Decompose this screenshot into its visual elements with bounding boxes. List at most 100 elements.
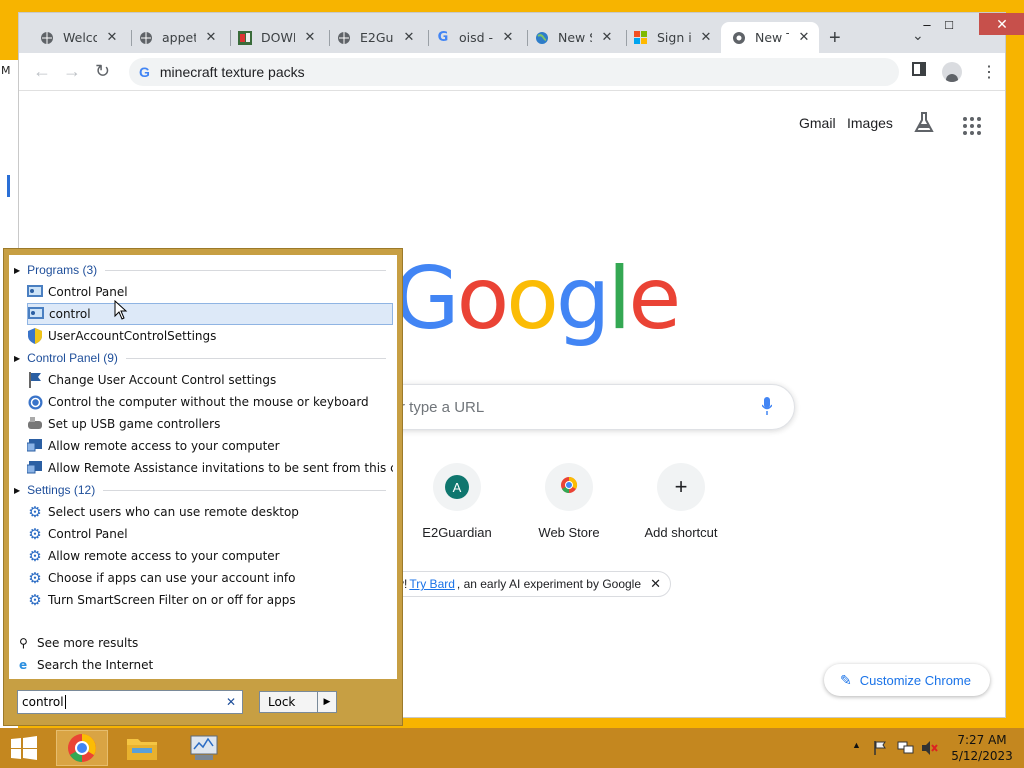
lock-button[interactable]: Lock ▶ bbox=[259, 691, 337, 713]
search-placeholder: r type a URL bbox=[400, 398, 485, 416]
reload-icon[interactable]: ↻ bbox=[95, 61, 110, 82]
network-icon[interactable] bbox=[897, 740, 915, 759]
tab-appetite[interactable]: appetite ✕ bbox=[134, 22, 231, 53]
tab-close-icon[interactable]: ✕ bbox=[600, 30, 614, 45]
result-label: control bbox=[49, 307, 91, 321]
action-center-flag-icon[interactable] bbox=[873, 740, 889, 759]
chrome-icon bbox=[68, 734, 96, 762]
tab-new-site[interactable]: New Site ✕ bbox=[530, 22, 627, 53]
volume-muted-icon[interactable] bbox=[921, 740, 939, 759]
result-setting-remote-desktop[interactable]: ⚙ Select users who can use remote desktop bbox=[27, 501, 393, 523]
gmail-link[interactable]: Gmail bbox=[799, 115, 836, 131]
apps-grid-icon[interactable] bbox=[963, 117, 981, 135]
result-setting-account-info[interactable]: ⚙ Choose if apps can use your account inf… bbox=[27, 567, 393, 589]
profile-avatar[interactable] bbox=[942, 62, 962, 82]
shortcut-add[interactable]: + Add shortcut bbox=[626, 463, 736, 540]
customize-label: Customize Chrome bbox=[859, 672, 971, 688]
result-label: UserAccountControlSettings bbox=[48, 329, 217, 343]
close-window-icon[interactable]: ✕ bbox=[979, 13, 1024, 35]
tab-close-icon[interactable]: ✕ bbox=[797, 30, 811, 45]
back-arrow-icon[interactable]: ← bbox=[33, 61, 51, 82]
result-ease-of-access[interactable]: Control the computer without the mouse o… bbox=[27, 391, 393, 413]
result-change-uac[interactable]: Change User Account Control settings bbox=[27, 369, 393, 391]
tab-title: New Site bbox=[558, 30, 592, 45]
shortcut-web-store[interactable]: Web Store bbox=[514, 463, 624, 540]
start-search-input[interactable]: control ✕ bbox=[17, 690, 243, 714]
labs-flask-icon[interactable] bbox=[914, 111, 934, 136]
result-control-panel[interactable]: Control Panel bbox=[27, 281, 393, 303]
try-bard-link[interactable]: Try Bard bbox=[409, 577, 455, 591]
tab-new-tab-active[interactable]: New Tab ✕ bbox=[721, 22, 819, 53]
power-options-arrow-icon[interactable]: ▶ bbox=[318, 692, 336, 712]
section-title: Control Panel (9) bbox=[27, 351, 118, 365]
section-settings[interactable]: ▶ Settings (12) bbox=[14, 480, 386, 500]
web-store-icon bbox=[559, 475, 579, 500]
customize-chrome-button[interactable]: ✎ Customize Chrome bbox=[824, 664, 990, 696]
internet-explorer-icon: e bbox=[19, 658, 28, 672]
forward-arrow-icon[interactable]: → bbox=[63, 61, 81, 82]
remote-monitor-icon bbox=[27, 460, 43, 476]
search-the-internet[interactable]: e Search the Internet bbox=[19, 654, 153, 676]
remote-monitor-icon bbox=[27, 438, 43, 454]
result-control-selected[interactable]: control bbox=[27, 303, 393, 325]
google-logo: Google bbox=[393, 249, 681, 349]
omnibox[interactable]: G minecraft texture packs bbox=[129, 58, 899, 86]
clear-search-icon[interactable]: ✕ bbox=[226, 695, 236, 709]
tab-close-icon[interactable]: ✕ bbox=[105, 30, 119, 45]
magnifier-icon: ⚲ bbox=[19, 636, 28, 650]
close-icon[interactable]: ✕ bbox=[650, 576, 661, 592]
search-box[interactable]: r type a URL bbox=[359, 384, 795, 430]
tab-close-icon[interactable]: ✕ bbox=[501, 30, 515, 45]
tab-close-icon[interactable]: ✕ bbox=[204, 30, 218, 45]
tab-e2guardian[interactable]: E2Guardian ✕ bbox=[332, 22, 429, 53]
result-setting-remote-access[interactable]: ⚙ Allow remote access to your computer bbox=[27, 545, 393, 567]
system-clock[interactable]: 7:27 AM 5/12/2023 bbox=[950, 732, 1014, 764]
start-button[interactable] bbox=[0, 730, 48, 766]
maximize-icon[interactable]: □ bbox=[941, 13, 957, 35]
divider bbox=[105, 269, 386, 271]
taskbar-chrome[interactable] bbox=[56, 730, 108, 766]
google-icon: G bbox=[437, 30, 449, 45]
tab-close-icon[interactable]: ✕ bbox=[699, 30, 713, 45]
result-remote-assistance[interactable]: Allow Remote Assistance invitations to b… bbox=[27, 457, 393, 479]
menu-kebab-icon[interactable]: ⋮ bbox=[981, 62, 997, 82]
images-link[interactable]: Images bbox=[847, 115, 893, 131]
side-panel-icon[interactable] bbox=[912, 62, 926, 81]
minimize-icon[interactable]: – bbox=[919, 13, 935, 35]
see-more-results[interactable]: ⚲ See more results bbox=[19, 632, 138, 654]
result-label: Choose if apps can use your account info bbox=[48, 571, 296, 585]
result-label: Allow remote access to your computer bbox=[48, 439, 280, 453]
result-usb-controllers[interactable]: Set up USB game controllers bbox=[27, 413, 393, 435]
show-hidden-icons-chevron-icon[interactable]: ▲ bbox=[852, 740, 861, 750]
taskbar-system-monitor[interactable] bbox=[178, 730, 230, 766]
result-setting-smartscreen[interactable]: ⚙ Turn SmartScreen Filter on or off for a… bbox=[27, 589, 393, 611]
tab-title: E2Guardian bbox=[360, 30, 394, 45]
shortcut-e2guardian[interactable]: A E2Guardian bbox=[402, 463, 512, 540]
tab-download[interactable]: DOWNLOAD ✕ bbox=[233, 22, 330, 53]
result-setting-control-panel[interactable]: ⚙ Control Panel bbox=[27, 523, 393, 545]
clock-time: 7:27 AM bbox=[957, 733, 1007, 747]
tab-separator bbox=[329, 30, 330, 46]
new-tab-button[interactable]: + bbox=[829, 27, 841, 50]
expand-triangle-icon: ▶ bbox=[14, 265, 21, 275]
folder-icon bbox=[127, 739, 157, 760]
taskbar-file-explorer[interactable] bbox=[116, 730, 168, 766]
tab-sign-in[interactable]: Sign in ✕ bbox=[629, 22, 726, 53]
browser-toolbar: ← → ↻ G minecraft texture packs ⋮ bbox=[19, 53, 1005, 91]
tab-welcome[interactable]: Welcome ✕ bbox=[35, 22, 132, 53]
shortcut-tile: A bbox=[433, 463, 481, 511]
microphone-icon[interactable] bbox=[761, 397, 773, 415]
tab-title: oisd - bbox=[459, 30, 493, 45]
tab-oisd[interactable]: G oisd - ✕ bbox=[431, 22, 528, 53]
result-remote-access[interactable]: Allow remote access to your computer bbox=[27, 435, 393, 457]
section-control-panel[interactable]: ▶ Control Panel (9) bbox=[14, 348, 386, 368]
tab-close-icon[interactable]: ✕ bbox=[303, 30, 317, 45]
divider bbox=[125, 357, 386, 359]
section-programs[interactable]: ▶ Programs (3) bbox=[14, 260, 386, 280]
globe-icon bbox=[336, 30, 352, 46]
tab-close-icon[interactable]: ✕ bbox=[402, 30, 416, 45]
tab-separator bbox=[527, 30, 528, 46]
clock-date: 5/12/2023 bbox=[951, 749, 1013, 763]
result-label: Select users who can use remote desktop bbox=[48, 505, 299, 519]
result-uac-settings[interactable]: UserAccountControlSettings bbox=[27, 325, 393, 347]
